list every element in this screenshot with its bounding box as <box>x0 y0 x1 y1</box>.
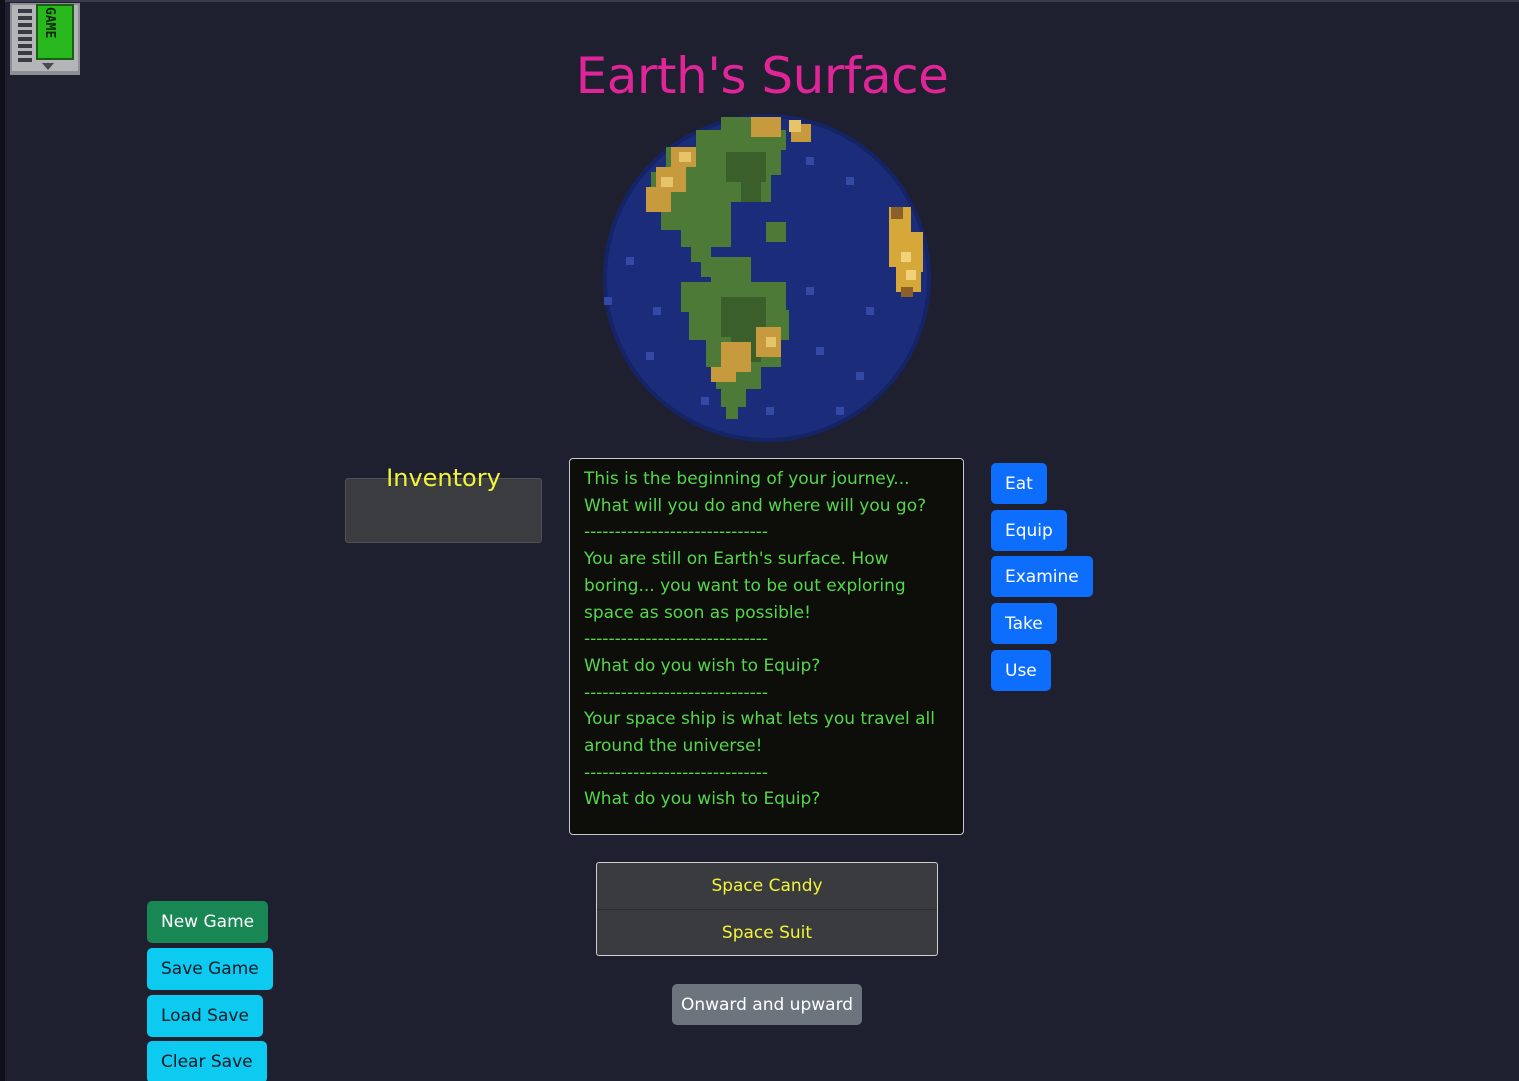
take-button[interactable]: Take <box>991 603 1057 644</box>
inventory-label: Inventory <box>386 464 501 492</box>
clear-save-button[interactable]: Clear Save <box>147 1041 267 1081</box>
log-message: Your space ship is what lets you travel … <box>584 709 935 757</box>
log-message: What do you wish to Equip? <box>584 789 821 810</box>
onward-button[interactable]: Onward and upward <box>672 984 862 1025</box>
log-divider: ------------------------------ <box>584 682 769 703</box>
examine-button[interactable]: Examine <box>991 556 1093 597</box>
equip-choice-list: Space Candy Space Suit <box>596 862 938 956</box>
log-divider: ------------------------------ <box>584 522 769 543</box>
log-divider: ------------------------------ <box>584 762 769 783</box>
choice-space-suit[interactable]: Space Suit <box>597 909 937 955</box>
new-game-button[interactable]: New Game <box>147 901 269 943</box>
eat-button[interactable]: Eat <box>991 463 1047 504</box>
log-message: This is the beginning of your journey...… <box>584 469 927 516</box>
log-message: What do you wish to Equip? <box>584 655 821 676</box>
log-divider: ------------------------------ <box>584 629 769 650</box>
story-log: This is the beginning of your journey...… <box>569 458 964 835</box>
equip-button[interactable]: Equip <box>991 510 1067 551</box>
choice-space-candy[interactable]: Space Candy <box>597 863 937 909</box>
logo-text: GAME <box>42 7 57 38</box>
log-message: You are still on Earth's surface. How bo… <box>584 549 906 623</box>
game-screen: GAME Earth's Surface Inventory This is t… <box>5 0 1519 1081</box>
load-save-button[interactable]: Load Save <box>147 995 263 1037</box>
use-button[interactable]: Use <box>991 650 1051 691</box>
save-game-button[interactable]: Save Game <box>147 948 273 990</box>
location-title: Earth's Surface <box>575 47 949 105</box>
earth-globe-image <box>601 112 933 444</box>
